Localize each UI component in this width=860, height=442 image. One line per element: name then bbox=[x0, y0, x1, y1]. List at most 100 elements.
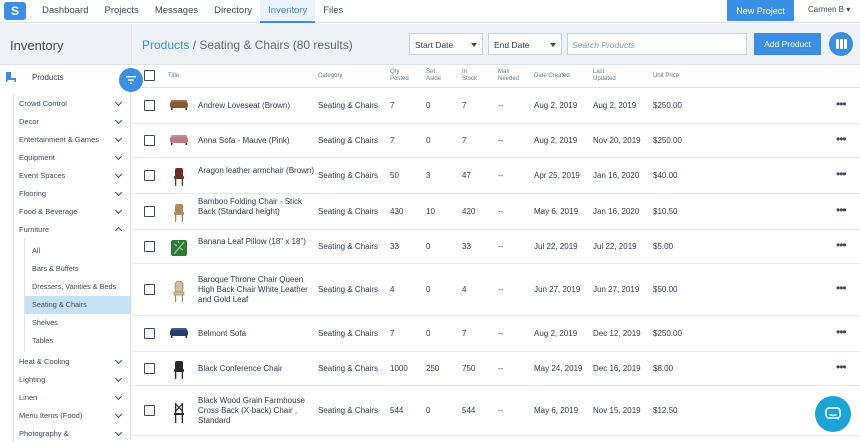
product-thumbnail[interactable] bbox=[169, 360, 189, 379]
col-qty-posted[interactable]: Qty Posted bbox=[390, 69, 409, 83]
product-thumbnail[interactable] bbox=[169, 238, 189, 256]
sidebar-item-decor[interactable]: Decor bbox=[14, 112, 131, 130]
sidebar-item-label: Event Spaces bbox=[19, 171, 66, 180]
sidebar-subitem-tables[interactable]: Tables bbox=[25, 332, 131, 350]
logo-icon[interactable]: S bbox=[4, 2, 26, 20]
chevron-down-icon bbox=[114, 356, 123, 365]
sidebar-item-equipment[interactable]: Equipment bbox=[14, 148, 131, 166]
sidebar-item-flooring[interactable]: Flooring bbox=[14, 184, 131, 202]
table-row[interactable]: Bamboo Folding Chair - Stick Back (Stand… bbox=[131, 194, 860, 230]
add-product-button[interactable]: Add Product bbox=[754, 33, 821, 55]
product-thumbnail[interactable] bbox=[169, 167, 189, 186]
user-menu[interactable]: Carmen B ▾ bbox=[808, 5, 850, 14]
product-title[interactable]: Anna Sofa - Mauve (Pink) bbox=[198, 136, 316, 146]
cell-needed: -- bbox=[498, 329, 504, 338]
columns-button[interactable] bbox=[829, 32, 853, 56]
col-title[interactable]: Title bbox=[168, 73, 179, 80]
sidebar-item-menu-items[interactable]: Menu Items (Food) bbox=[14, 406, 131, 424]
product-title[interactable]: Andrew Loveseat (Brown) bbox=[198, 101, 316, 111]
more-icon[interactable]: ••• bbox=[836, 203, 847, 217]
nav-projects[interactable]: Projects bbox=[96, 0, 146, 23]
col-last-updated[interactable]: Last Updated bbox=[593, 69, 616, 83]
table-row[interactable]: Aragon leather armchair (Brown) Seating &… bbox=[131, 158, 860, 194]
cell-stock: 544 bbox=[462, 406, 476, 415]
table-row[interactable]: Andrew Loveseat (Brown) Seating & Chairs 7… bbox=[131, 88, 860, 124]
nav-messages[interactable]: Messages bbox=[147, 0, 206, 23]
sidebar-item-entertainment[interactable]: Entertainment & Games bbox=[14, 130, 131, 148]
sidebar-subitem-all[interactable]: All bbox=[25, 242, 131, 260]
product-thumbnail[interactable] bbox=[169, 325, 189, 341]
row-checkbox[interactable] bbox=[144, 405, 155, 416]
product-thumbnail[interactable] bbox=[169, 402, 189, 423]
chat-button[interactable] bbox=[815, 396, 851, 432]
nav-files[interactable]: Files bbox=[315, 0, 351, 23]
product-title[interactable]: Black Wood Grain Farmhouse Cross Back (X… bbox=[198, 396, 316, 426]
row-checkbox[interactable] bbox=[144, 328, 155, 339]
row-checkbox[interactable] bbox=[144, 170, 155, 181]
col-in-stock[interactable]: In Stock bbox=[462, 69, 477, 83]
sidebar-subitem-shelves[interactable]: Shelves bbox=[25, 314, 131, 332]
col-set-aside[interactable]: Set Aside bbox=[426, 69, 441, 83]
filter-button[interactable] bbox=[119, 68, 143, 92]
sidebar-item-photography[interactable]: Photography & bbox=[14, 424, 131, 442]
table-row[interactable]: Belmont Sofa Seating & Chairs 7 0 7 -- Aug 2, … bbox=[131, 316, 860, 352]
col-max-needed[interactable]: Max Needed bbox=[498, 69, 519, 83]
product-thumbnail[interactable] bbox=[169, 97, 189, 113]
more-icon[interactable]: ••• bbox=[836, 325, 847, 339]
sidebar-subitem-bars-buffets[interactable]: Bars & Buffets bbox=[25, 260, 131, 278]
sidebar-item-crowd-control[interactable]: Crowd Control bbox=[14, 94, 131, 112]
more-icon[interactable]: ••• bbox=[836, 167, 847, 181]
sidebar-item-furniture[interactable]: Furniture bbox=[14, 220, 131, 238]
nav-directory[interactable]: Directory bbox=[206, 0, 260, 23]
new-project-button[interactable]: New Project bbox=[727, 0, 794, 21]
category-list: Crowd Control Decor Entertainment & Game… bbox=[13, 94, 131, 442]
product-title[interactable]: Belmont Sofa bbox=[198, 329, 316, 339]
nav-dashboard[interactable]: Dashboard bbox=[34, 0, 96, 23]
sidebar-item-heat-cooling[interactable]: Heat & Cooling bbox=[14, 352, 131, 370]
table-row[interactable]: Anna Sofa - Mauve (Pink) Seating & Chairs… bbox=[131, 124, 860, 158]
product-title[interactable]: Aragon leather armchair (Brown) bbox=[198, 166, 316, 176]
sidebar-subitem-dressers[interactable]: Dressers, Vanities & Beds bbox=[25, 278, 131, 296]
col-date-created[interactable]: Date Created bbox=[534, 73, 570, 80]
more-icon[interactable]: ••• bbox=[836, 97, 847, 111]
sidebar-item-food-beverage[interactable]: Food & Beverage bbox=[14, 202, 131, 220]
table-row[interactable]: Baroque Throne Chair Queen High Back Cha… bbox=[131, 264, 860, 316]
sidebar-item-event-spaces[interactable]: Event Spaces bbox=[14, 166, 131, 184]
search-input[interactable]: Search Products bbox=[567, 33, 747, 55]
product-title[interactable]: Banana Leaf Pillow (18" x 18") bbox=[198, 237, 316, 247]
sidebar-item-lighting[interactable]: Lighting bbox=[14, 370, 131, 388]
product-title[interactable]: Black Conference Chair bbox=[198, 364, 316, 374]
table-row[interactable]: Black Conference Chair Seating & Chairs 10… bbox=[131, 352, 860, 386]
product-thumbnail[interactable] bbox=[169, 280, 189, 302]
breadcrumb-products-link[interactable]: Products bbox=[142, 38, 189, 52]
nav-inventory[interactable]: Inventory bbox=[260, 0, 316, 23]
row-checkbox[interactable] bbox=[144, 363, 155, 374]
row-checkbox[interactable] bbox=[144, 241, 155, 252]
table-row[interactable]: Black Wood Grain Farmhouse Cross Back (X… bbox=[131, 386, 860, 436]
end-date-select[interactable]: End Date bbox=[488, 33, 562, 55]
chevron-down-icon bbox=[114, 188, 123, 197]
cell-price: $250.00 bbox=[653, 329, 682, 338]
more-icon[interactable]: ••• bbox=[836, 360, 847, 374]
table-row[interactable]: Banana Leaf Pillow (18" x 18") Seating & … bbox=[131, 230, 860, 264]
more-icon[interactable]: ••• bbox=[836, 238, 847, 252]
product-title[interactable]: Baroque Throne Chair Queen High Back Cha… bbox=[198, 275, 316, 305]
col-unit-price[interactable]: Unit Price bbox=[653, 73, 679, 80]
sidebar-products-header[interactable]: Products bbox=[5, 72, 64, 82]
start-date-select[interactable]: Start Date bbox=[409, 33, 483, 55]
product-thumbnail[interactable] bbox=[169, 203, 189, 222]
row-checkbox[interactable] bbox=[144, 100, 155, 111]
sidebar-item-linen[interactable]: Linen bbox=[14, 388, 131, 406]
cell-needed: -- bbox=[498, 101, 504, 110]
more-icon[interactable]: ••• bbox=[836, 132, 847, 146]
product-title[interactable]: Bamboo Folding Chair - Stick Back (Stand… bbox=[198, 197, 316, 217]
sidebar-subitem-seating-chairs[interactable]: Seating & Chairs bbox=[25, 296, 131, 314]
cell-updated: Nov 15, 2019 bbox=[593, 406, 641, 415]
select-all-checkbox[interactable] bbox=[144, 70, 155, 81]
row-checkbox[interactable] bbox=[144, 206, 155, 217]
col-category[interactable]: Category bbox=[318, 73, 342, 80]
product-thumbnail[interactable] bbox=[169, 132, 189, 148]
row-checkbox[interactable] bbox=[144, 284, 155, 295]
row-checkbox[interactable] bbox=[144, 135, 155, 146]
more-icon[interactable]: ••• bbox=[836, 281, 847, 295]
